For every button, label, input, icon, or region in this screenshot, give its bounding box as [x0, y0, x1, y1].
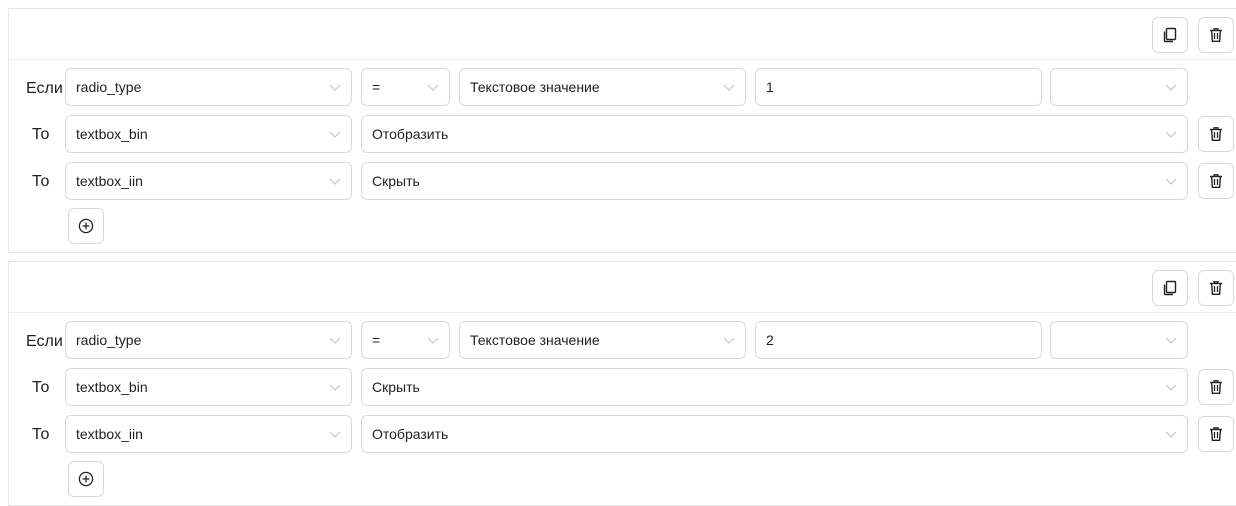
delete-action-button[interactable] — [1198, 116, 1234, 152]
condition-value-text: 2 — [766, 332, 774, 348]
delete-rule-button[interactable] — [1198, 270, 1234, 306]
then-label: То — [32, 173, 50, 190]
if-label: Если — [26, 333, 63, 350]
condition-extra-select[interactable] — [1050, 68, 1188, 106]
chevron-down-icon — [1165, 381, 1177, 393]
plus-circle-icon — [78, 218, 94, 234]
condition-operator-select[interactable]: = — [361, 321, 450, 359]
then-label: То — [32, 126, 50, 143]
then-label: То — [32, 426, 50, 443]
action-type-value: Отобразить — [372, 126, 449, 142]
chevron-down-icon — [1165, 175, 1177, 187]
rule-card-header — [9, 9, 1236, 60]
chevron-down-icon — [329, 381, 341, 393]
condition-value-type-select[interactable]: Текстовое значение — [459, 321, 746, 359]
action-type-value: Скрыть — [372, 379, 420, 395]
trash-icon — [1210, 127, 1222, 141]
copy-icon — [1163, 27, 1177, 43]
condition-field-value: radio_type — [76, 79, 142, 95]
delete-action-button[interactable] — [1198, 416, 1234, 452]
delete-action-button[interactable] — [1198, 163, 1234, 199]
action-field-value: textbox_iin — [76, 173, 143, 189]
condition-operator-value: = — [372, 79, 381, 95]
trash-icon — [1210, 28, 1222, 42]
action-type-select[interactable]: Отобразить — [361, 115, 1188, 153]
trash-icon — [1210, 174, 1222, 188]
condition-value-type-value: Текстовое значение — [470, 79, 600, 95]
rule-card-header — [9, 262, 1236, 313]
copy-icon — [1163, 280, 1177, 296]
then-label: То — [32, 379, 50, 396]
chevron-down-icon — [723, 81, 735, 93]
copy-rule-button[interactable] — [1152, 17, 1188, 53]
chevron-down-icon — [427, 81, 439, 93]
copy-rule-button[interactable] — [1152, 270, 1188, 306]
chevron-down-icon — [329, 334, 341, 346]
condition-field-value: radio_type — [76, 332, 142, 348]
chevron-down-icon — [1165, 428, 1177, 440]
condition-value-type-select[interactable]: Текстовое значение — [459, 68, 746, 106]
chevron-down-icon — [1165, 128, 1177, 140]
chevron-down-icon — [329, 81, 341, 93]
trash-icon — [1210, 427, 1222, 441]
condition-value-text: 1 — [766, 79, 774, 95]
action-field-value: textbox_iin — [76, 426, 143, 442]
rule-card-2: Если radio_type = Текстовое значение 2 Т… — [8, 261, 1236, 506]
condition-operator-select[interactable]: = — [361, 68, 450, 106]
add-action-button[interactable] — [68, 208, 104, 244]
delete-action-button[interactable] — [1198, 369, 1234, 405]
condition-field-select[interactable]: radio_type — [65, 68, 352, 106]
action-field-value: textbox_bin — [76, 379, 148, 395]
add-action-button[interactable] — [68, 461, 104, 497]
chevron-down-icon — [427, 334, 439, 346]
condition-value-type-value: Текстовое значение — [470, 332, 600, 348]
plus-circle-icon — [78, 471, 94, 487]
action-field-select[interactable]: textbox_bin — [65, 115, 352, 153]
rule-card-1: Если radio_type = Текстовое значение 1 Т… — [8, 8, 1236, 253]
action-field-select[interactable]: textbox_bin — [65, 368, 352, 406]
condition-field-select[interactable]: radio_type — [65, 321, 352, 359]
delete-rule-button[interactable] — [1198, 17, 1234, 53]
action-field-select[interactable]: textbox_iin — [65, 415, 352, 453]
if-label: Если — [26, 80, 63, 97]
action-field-value: textbox_bin — [76, 126, 148, 142]
chevron-down-icon — [329, 175, 341, 187]
trash-icon — [1210, 281, 1222, 295]
condition-value-input[interactable]: 2 — [755, 321, 1042, 359]
chevron-down-icon — [1165, 334, 1177, 346]
chevron-down-icon — [329, 128, 341, 140]
action-type-select[interactable]: Скрыть — [361, 368, 1188, 406]
condition-extra-select[interactable] — [1050, 321, 1188, 359]
condition-operator-value: = — [372, 332, 381, 348]
trash-icon — [1210, 380, 1222, 394]
condition-value-input[interactable]: 1 — [755, 68, 1042, 106]
chevron-down-icon — [329, 428, 341, 440]
chevron-down-icon — [1165, 81, 1177, 93]
action-type-select[interactable]: Скрыть — [361, 162, 1188, 200]
action-type-value: Скрыть — [372, 173, 420, 189]
action-field-select[interactable]: textbox_iin — [65, 162, 352, 200]
action-type-value: Отобразить — [372, 426, 449, 442]
action-type-select[interactable]: Отобразить — [361, 415, 1188, 453]
chevron-down-icon — [723, 334, 735, 346]
